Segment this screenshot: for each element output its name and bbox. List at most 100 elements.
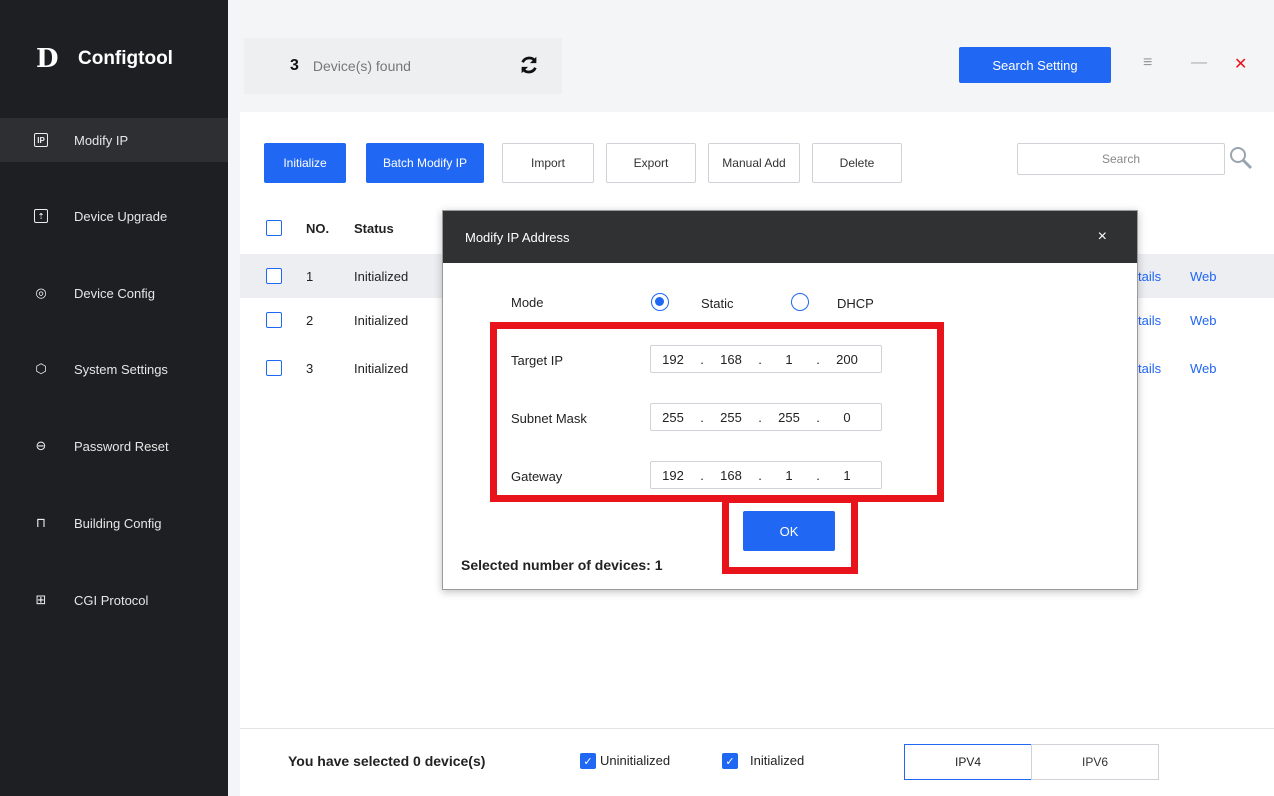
web-link[interactable]: Web	[1190, 361, 1217, 376]
octet: 168	[720, 351, 742, 367]
octet: 255	[662, 409, 684, 425]
search-setting-button[interactable]: Search Setting	[959, 47, 1111, 83]
sidebar-item-cgi-protocol[interactable]: ⊞ CGI Protocol	[0, 578, 228, 622]
details-link[interactable]: tails	[1138, 269, 1161, 284]
octet-separator: .	[758, 351, 762, 367]
static-radio[interactable]	[651, 293, 669, 311]
subnet-mask-label: Subnet Mask	[511, 411, 587, 426]
static-label: Static	[701, 296, 734, 311]
app-title: Configtool	[78, 48, 173, 69]
menu-icon[interactable]: ≡	[1143, 54, 1152, 72]
ok-button[interactable]: OK	[743, 511, 835, 551]
search-input[interactable]: Search	[1017, 143, 1225, 175]
sidebar-item-label: Password Reset	[74, 438, 169, 454]
sidebar: D Configtool IP Modify IP ⇡ Device Upgra…	[0, 0, 228, 796]
sidebar-item-label: System Settings	[74, 361, 168, 377]
logo-icon: D	[36, 44, 59, 74]
row-status: Initialized	[354, 312, 409, 328]
gateway-label: Gateway	[511, 469, 563, 484]
sidebar-item-label: CGI Protocol	[74, 592, 149, 608]
row-no: 3	[306, 360, 314, 376]
row-status: Initialized	[354, 268, 409, 284]
initialized-checkbox[interactable]: ✓	[722, 753, 738, 769]
gateway-field[interactable]: 192. 168. 1. 1	[650, 461, 882, 489]
device-count-label: Device(s) found	[312, 58, 411, 74]
delete-button[interactable]: Delete	[812, 143, 902, 183]
select-all-checkbox[interactable]	[266, 220, 282, 236]
tab-ipv4[interactable]: IPV4	[904, 744, 1032, 780]
refresh-icon[interactable]	[518, 54, 540, 76]
dialog-header: Modify IP Address ×	[443, 211, 1137, 263]
sidebar-item-device-config[interactable]: ◎ Device Config	[0, 271, 228, 315]
target-ip-label: Target IP	[511, 353, 564, 368]
column-no: NO.	[306, 220, 330, 236]
upload-icon: ⇡	[34, 209, 48, 223]
row-checkbox[interactable]	[266, 312, 282, 328]
close-icon[interactable]: ✕	[1234, 54, 1247, 74]
initialized-label: Initialized	[750, 753, 805, 768]
dialog-title: Modify IP Address	[465, 229, 570, 245]
initialize-button[interactable]: Initialize	[264, 143, 346, 183]
grid-icon: ⊞	[35, 592, 47, 607]
uninitialized-checkbox[interactable]: ✓	[580, 753, 596, 769]
dhcp-radio[interactable]	[791, 293, 809, 311]
search-icon[interactable]	[1228, 145, 1254, 171]
sidebar-item-building-config[interactable]: ⊓ Building Config	[0, 501, 228, 545]
sidebar-item-label: Building Config	[74, 515, 162, 531]
app-logo: D Configtool	[36, 44, 173, 74]
octet: 1	[785, 351, 793, 367]
octet-separator: .	[700, 409, 704, 425]
device-count: 3	[290, 57, 299, 74]
selected-devices-text: You have selected 0 device(s)	[288, 753, 486, 769]
footer-bar: You have selected 0 device(s) ✓ Uninitia…	[240, 728, 1274, 796]
sidebar-item-label: Device Upgrade	[74, 208, 168, 224]
details-link[interactable]: tails	[1138, 361, 1161, 376]
octet: 192	[662, 467, 684, 483]
octet: 168	[720, 467, 742, 483]
batch-modify-ip-button[interactable]: Batch Modify IP	[366, 143, 484, 183]
tab-ipv6[interactable]: IPV6	[1031, 744, 1159, 780]
row-checkbox[interactable]	[266, 360, 282, 376]
device-count-box: 3 Device(s) found	[244, 38, 562, 94]
building-icon: ⊓	[35, 515, 47, 530]
octet-separator: .	[816, 467, 820, 483]
web-link[interactable]: Web	[1190, 313, 1217, 328]
sidebar-item-label: Device Config	[74, 285, 155, 301]
sidebar-item-device-upgrade[interactable]: ⇡ Device Upgrade	[0, 194, 228, 238]
sidebar-item-label: Modify IP	[74, 132, 129, 148]
topbar: 3 Device(s) found Search Setting ≡ — ✕	[228, 0, 1274, 112]
ip-icon: IP	[34, 133, 48, 147]
minimize-icon[interactable]: —	[1191, 54, 1207, 72]
uninitialized-label: Uninitialized	[600, 753, 671, 768]
octet: 0	[843, 409, 851, 425]
octet-separator: .	[816, 409, 820, 425]
target-ip-field[interactable]: 192. 168. 1. 200	[650, 345, 882, 373]
octet: 1	[843, 467, 851, 483]
modify-ip-dialog: Modify IP Address × Mode Static DHCP Tar…	[442, 210, 1138, 590]
row-checkbox[interactable]	[266, 268, 282, 284]
row-no: 2	[306, 312, 314, 328]
web-link[interactable]: Web	[1190, 269, 1217, 284]
octet-separator: .	[758, 409, 762, 425]
sidebar-item-system-settings[interactable]: ⬡ System Settings	[0, 347, 228, 391]
octet: 255	[778, 409, 800, 425]
target-icon: ◎	[35, 285, 47, 300]
selected-count-text: Selected number of devices: 1	[461, 557, 663, 573]
import-button[interactable]: Import	[502, 143, 594, 183]
export-button[interactable]: Export	[606, 143, 696, 183]
octet: 255	[720, 409, 742, 425]
subnet-mask-field[interactable]: 255. 255. 255. 0	[650, 403, 882, 431]
lock-icon: ⊖	[35, 438, 47, 453]
octet-separator: .	[758, 467, 762, 483]
octet: 1	[785, 467, 793, 483]
octet-separator: .	[700, 467, 704, 483]
sidebar-item-modify-ip[interactable]: IP Modify IP	[0, 118, 228, 162]
manual-add-button[interactable]: Manual Add	[708, 143, 800, 183]
octet: 200	[836, 351, 858, 367]
sidebar-item-password-reset[interactable]: ⊖ Password Reset	[0, 424, 228, 468]
details-link[interactable]: tails	[1138, 313, 1161, 328]
hex-settings-icon: ⬡	[35, 361, 47, 376]
dialog-close-icon[interactable]: ×	[1098, 228, 1107, 246]
octet: 192	[662, 351, 684, 367]
row-no: 1	[306, 268, 314, 284]
